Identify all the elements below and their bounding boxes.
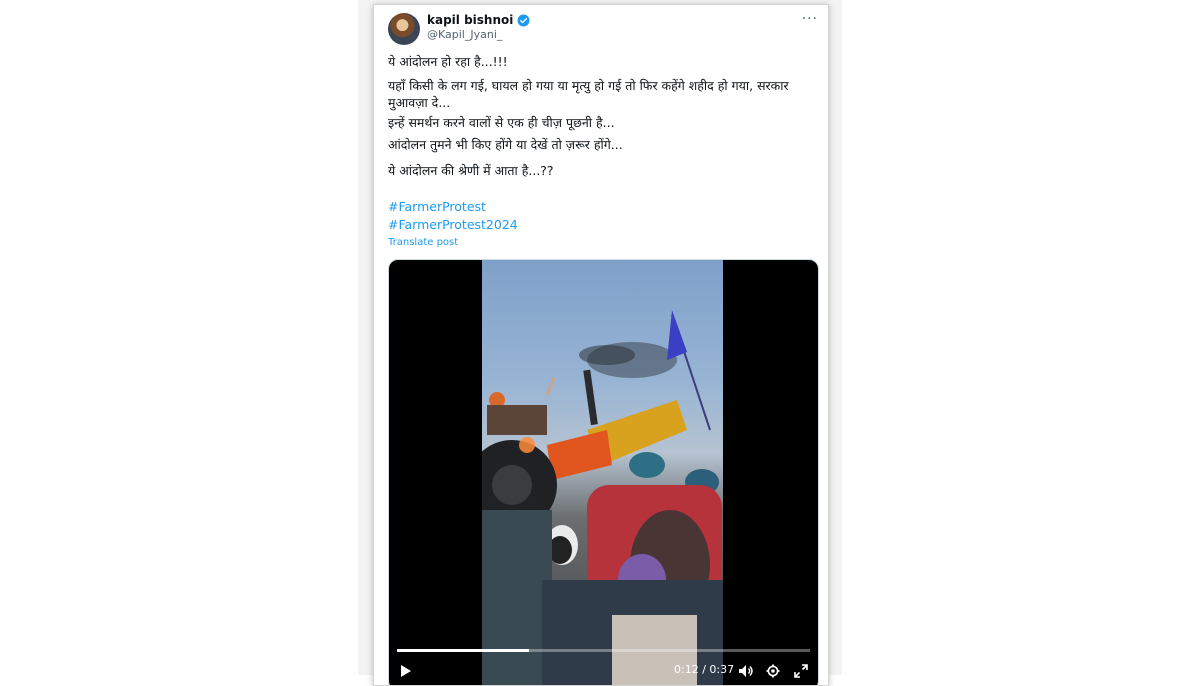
tweet-card: kapil bishnoi @Kapil_Jyani_ ··· ये आंदोल… bbox=[373, 4, 829, 686]
hashtag-farmerprotest2024[interactable]: #FarmerProtest2024 bbox=[388, 217, 518, 232]
post-text-line-2: यहाँ किसी के लग गई, घायल हो गया या मृत्य… bbox=[388, 78, 789, 110]
verified-badge-icon bbox=[517, 14, 530, 26]
video-progress-fill bbox=[397, 649, 530, 652]
video-frame-scene bbox=[482, 310, 723, 685]
fullscreen-icon[interactable] bbox=[794, 664, 808, 678]
post-text-line-3: इन्हें समर्थन करने वालों से एक ही चीज़ प… bbox=[388, 115, 615, 130]
hashtag-farmerprotest[interactable]: #FarmerProtest bbox=[388, 199, 486, 214]
more-horizontal-icon[interactable]: ··· bbox=[802, 11, 818, 27]
video-current-time: 0:12 bbox=[674, 663, 699, 676]
post-text-line-5: ये आंदोलन की श्रेणी में आता है...?? bbox=[388, 163, 554, 178]
volume-icon[interactable] bbox=[738, 664, 754, 678]
post-text-line-4: आंदोलन तुमने भी किए होंगे या देखें तो ज़… bbox=[388, 137, 623, 152]
author-name[interactable]: kapil bishnoi bbox=[427, 13, 513, 27]
author-handle[interactable]: @Kapil_Jyani_ bbox=[427, 28, 502, 41]
author-name-row[interactable]: kapil bishnoi bbox=[427, 13, 530, 27]
settings-gear-icon[interactable] bbox=[766, 664, 780, 678]
author-avatar[interactable] bbox=[388, 13, 420, 45]
post-text-line-1: ये आंदोलन हो रहा है...!!! bbox=[388, 54, 508, 69]
video-time-separator: / bbox=[702, 663, 706, 676]
video-progress-bar[interactable] bbox=[397, 649, 810, 652]
video-duration: 0:37 bbox=[709, 663, 735, 676]
video-player[interactable]: 0:12 / 0:37 bbox=[388, 259, 819, 685]
video-frame bbox=[482, 260, 723, 685]
translate-post-link[interactable]: Translate post bbox=[388, 237, 458, 248]
video-time: 0:12 / 0:37 bbox=[674, 663, 734, 676]
play-icon[interactable] bbox=[398, 664, 412, 678]
